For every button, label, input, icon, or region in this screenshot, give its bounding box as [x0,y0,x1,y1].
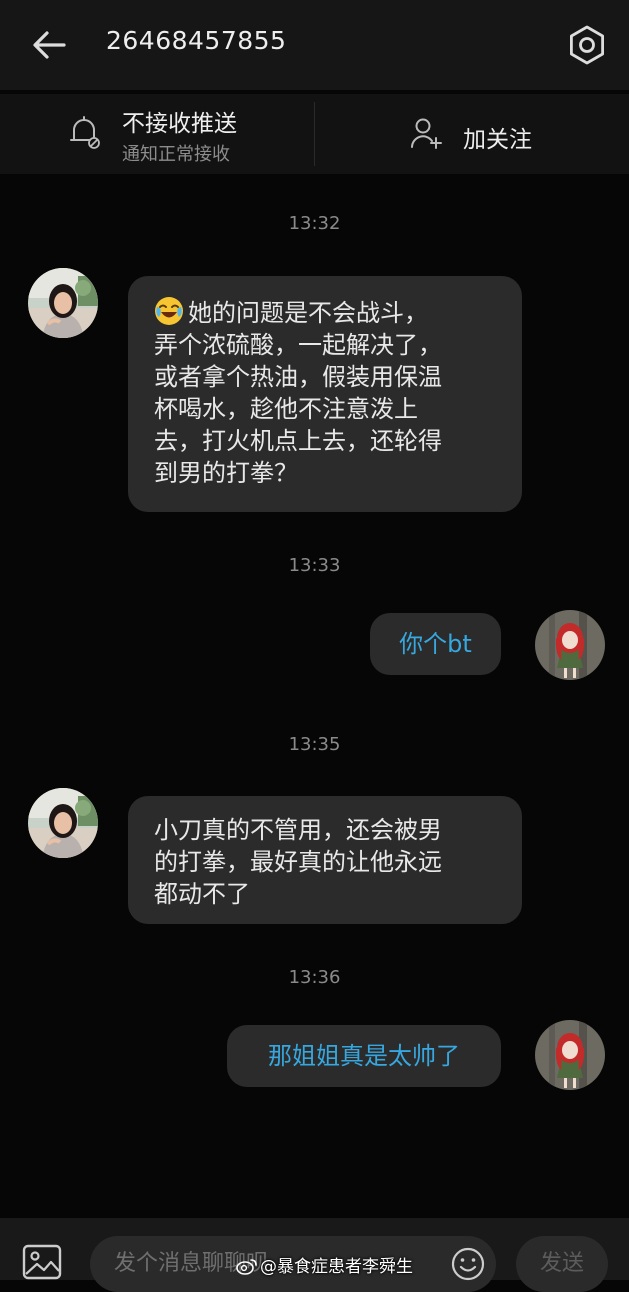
incoming-message-bubble[interactable]: 小刀真的不管用，还会被男 的打拳，最好真的让他永远 都动不了 [128,796,522,924]
push-title: 不接收推送 [122,111,237,137]
timestamp: 13:32 [288,213,341,234]
watermark: @暴食症患者李舜生 [236,1252,413,1277]
message-line: 杯喝水，趁他不注意泼上 [154,395,418,423]
message-text: 你个bt [399,630,472,658]
arrow-left-icon[interactable] [30,28,70,62]
gear-icon[interactable] [566,24,608,66]
message-line: 或者拿个热油，假装用保温 [154,363,442,391]
message-text: 她的问题是不会战斗， [188,299,428,327]
incoming-message-bubble[interactable]: 她的问题是不会战斗， 弄个浓硫酸，一起解决了， 或者拿个热油，假装用保温 杯喝水… [128,276,522,512]
weibo-logo [236,1259,257,1275]
send-button[interactable]: 发送 [516,1236,608,1292]
top-bar: 26468457855 [0,0,629,90]
contact-avatar[interactable] [28,268,98,338]
follow-label: 加关注 [463,127,532,153]
message-line: 她的问题是不会战斗， [154,296,496,329]
watermark-text: @暴食症患者李舜生 [260,1257,413,1277]
message-line: 到男的打拳？ [154,459,298,487]
push-setting-button[interactable]: 不接收推送 通知正常接收 [0,94,314,174]
conversation-title: 26468457855 [106,26,287,55]
user-add-icon [411,118,442,149]
message-line: 都动不了 [154,880,250,908]
bell-off-icon [70,116,100,149]
timestamp: 13:35 [288,734,341,755]
push-caption: 通知正常接收 [122,144,230,165]
outgoing-message-bubble[interactable]: 你个bt [370,613,501,675]
image-icon[interactable] [22,1244,62,1280]
outgoing-message-bubble[interactable]: 那姐姐真是太帅了 [227,1025,501,1087]
message-text: 那姐姐真是太帅了 [268,1042,460,1070]
timestamp: 13:36 [288,967,341,988]
my-avatar[interactable] [535,610,605,680]
my-avatar[interactable] [535,1020,605,1090]
crying-laughing-emoji [155,297,183,325]
smiley-icon[interactable] [450,1246,486,1282]
message-line: 去，打火机点上去，还轮得 [154,427,442,455]
timestamp: 13:33 [288,555,341,576]
message-line: 小刀真的不管用，还会被男 [154,816,442,844]
message-line: 的打拳，最好真的让他永远 [154,848,442,876]
follow-button[interactable]: 加关注 [315,94,629,174]
contact-avatar[interactable] [28,788,98,858]
notification-bar: 不接收推送 通知正常接收 加关注 [0,94,629,174]
message-line: 弄个浓硫酸，一起解决了， [154,331,442,359]
